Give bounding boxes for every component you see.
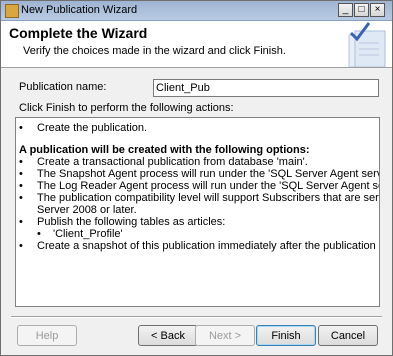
instructions-label: Click Finish to perform the following ac… xyxy=(19,102,234,114)
bullet-icon: • xyxy=(19,168,23,180)
wizard-app-icon xyxy=(5,4,19,18)
help-button[interactable]: Help xyxy=(17,325,77,346)
publication-name-label: Publication name: xyxy=(19,81,107,93)
close-button[interactable]: × xyxy=(370,3,385,17)
footer-divider xyxy=(11,316,382,318)
wizard-header: Complete the Wizard Verify the choices m… xyxy=(1,21,392,68)
bullet-icon: • xyxy=(19,240,23,252)
finish-button[interactable]: Finish xyxy=(256,325,316,346)
back-button[interactable]: < Back xyxy=(138,325,198,346)
next-button[interactable]: Next > xyxy=(195,325,255,346)
window-title: New Publication Wizard xyxy=(21,4,138,16)
wizard-checkmark-icon xyxy=(348,22,386,67)
title-bar[interactable]: New Publication Wizard _ □ × xyxy=(1,1,392,21)
bullet-icon: • xyxy=(19,180,23,192)
bullet-icon: • xyxy=(37,228,41,240)
minimize-button[interactable]: _ xyxy=(338,3,353,17)
bullet-icon: • xyxy=(19,122,23,134)
actions-textbox[interactable]: • Create the publication. A publication … xyxy=(15,117,380,307)
bullet-icon: • xyxy=(19,192,23,204)
page-title: Complete the Wizard xyxy=(9,25,148,41)
bullet-icon: • xyxy=(19,216,23,228)
bullet-icon: • xyxy=(19,156,23,168)
publication-name-input[interactable] xyxy=(153,79,379,97)
maximize-button[interactable]: □ xyxy=(354,3,369,17)
cancel-button[interactable]: Cancel xyxy=(318,325,378,346)
wizard-window: New Publication Wizard _ □ × Complete th… xyxy=(0,0,393,356)
page-subtitle: Verify the choices made in the wizard an… xyxy=(23,45,286,57)
